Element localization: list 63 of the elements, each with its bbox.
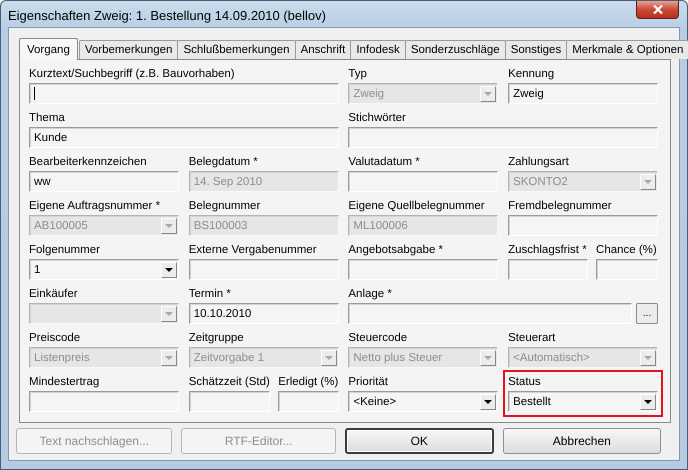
field-label: Thema — [29, 111, 65, 126]
field-label: Belegnummer — [188, 199, 260, 214]
tab[interactable]: Merkmale & Optionen — [566, 40, 688, 59]
input-field[interactable] — [348, 127, 658, 148]
field-label: Kennung — [508, 67, 554, 82]
dropdown-field[interactable]: 1 — [29, 259, 179, 280]
input-field[interactable] — [348, 303, 632, 324]
input-field[interactable]: ww — [29, 171, 179, 192]
field-label: Einkäufer — [29, 287, 78, 302]
dropdown-field[interactable]: Bestellt — [508, 391, 658, 412]
tab[interactable]: Schlußbemerkungen — [177, 40, 296, 59]
field-label: Chance (%) — [596, 243, 657, 258]
tab[interactable]: Vorbemerkungen — [78, 40, 178, 59]
dialog-button[interactable]: OK — [344, 428, 494, 454]
field-label: Zuschlagsfrist * — [508, 243, 587, 258]
input-field[interactable]: Kunde — [29, 127, 339, 148]
dropdown-field[interactable]: <Keine> — [348, 391, 498, 412]
tab[interactable]: Infodesk — [350, 40, 406, 59]
field-label: Termin * — [188, 287, 231, 302]
field-label: Preiscode — [29, 331, 80, 346]
field-label: Kurztext/Suchbegriff (z.B. Bauvorhaben) — [29, 67, 235, 82]
field-label: Steuercode — [348, 331, 408, 346]
field-label: Typ — [348, 67, 367, 82]
input-field[interactable] — [348, 259, 498, 280]
field-label: Steuerart — [508, 331, 556, 346]
dialog-button[interactable]: Abbrechen — [502, 428, 661, 454]
field-label: Eigene Auftragsnummer * — [29, 199, 160, 214]
tab[interactable]: Anschrift — [294, 40, 352, 59]
tab[interactable]: Vorgang — [19, 38, 78, 60]
field-label: Stichwörter — [348, 111, 406, 126]
field-label: Externe Vergabenummer — [188, 243, 317, 258]
input-field[interactable] — [508, 215, 658, 236]
input-field[interactable] — [188, 259, 339, 280]
field-label: Belegdatum * — [188, 155, 258, 170]
field-label: Zeitgruppe — [188, 331, 244, 346]
field-label: Status — [508, 375, 541, 390]
field-label: Eigene Quellbelegnummer — [348, 199, 485, 214]
tab[interactable]: Sonstiges — [504, 40, 568, 59]
tab[interactable]: Sonderzuschläge — [404, 40, 506, 59]
field-label: Erledigt (%) — [278, 375, 338, 390]
input-field[interactable] — [278, 391, 339, 412]
input-field[interactable] — [29, 83, 339, 104]
input-field[interactable]: Zweig — [508, 83, 658, 104]
input-field[interactable] — [348, 171, 498, 192]
input-field[interactable] — [596, 259, 658, 280]
input-field[interactable]: 10.10.2010 — [188, 303, 339, 324]
field-label: Valutadatum * — [348, 155, 420, 170]
field-label: Zahlungsart — [508, 155, 569, 170]
input-field[interactable] — [188, 391, 270, 412]
input-field[interactable] — [508, 259, 588, 280]
input-field[interactable] — [29, 391, 179, 412]
close-icon — [652, 5, 662, 14]
browse-button[interactable]: ... — [636, 303, 658, 324]
field-label: Priorität — [348, 375, 388, 390]
close-button[interactable] — [636, 1, 679, 19]
field-label: Fremdbelegnummer — [508, 199, 612, 214]
field-label: Schätzzeit (Std) — [188, 375, 270, 390]
field-label: Anlage * — [348, 287, 392, 302]
field-label: Folgenummer — [29, 243, 100, 258]
window-title: Eigenschaften Zweig: 1. Bestellung 14.09.2010 (bellov) — [8, 8, 326, 22]
field-label: Bearbeiterkennzeichen — [29, 155, 147, 170]
field-label: Angebotsabgabe * — [348, 243, 444, 258]
field-label: Mindestertrag — [29, 375, 100, 390]
